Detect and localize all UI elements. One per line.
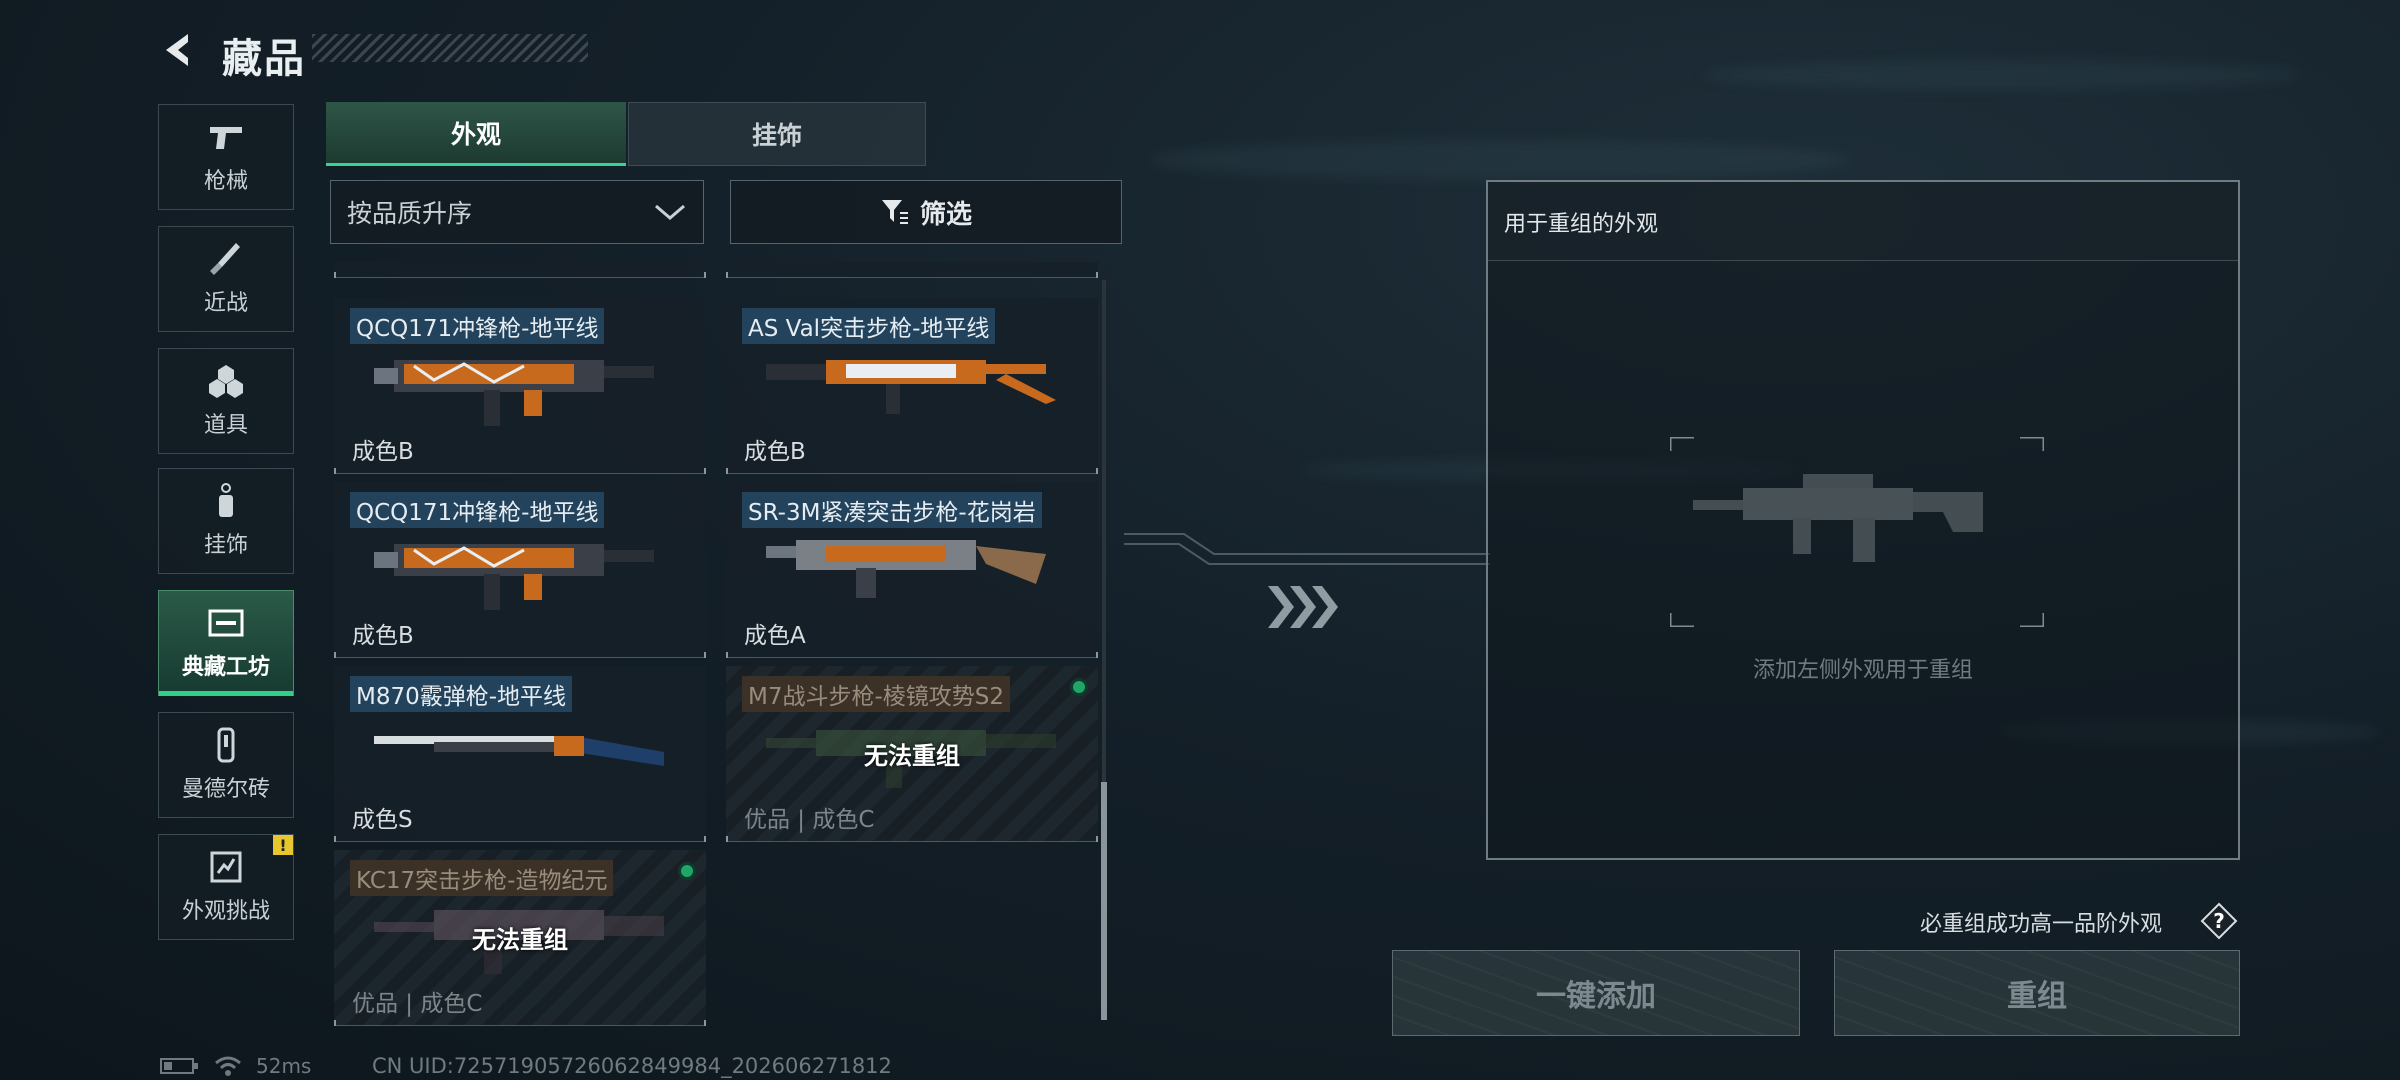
nav-label: 枪械: [203, 169, 248, 194]
skin-card-disabled[interactable]: M7战斗步枪-棱镜攻势S2 无法重组 优品 | 成色C: [726, 666, 1098, 842]
nav-item-challenges[interactable]: 外观挑战 !: [158, 834, 294, 940]
add-all-button[interactable]: 一键添加: [1392, 950, 1800, 1036]
panel-title: 用于重组的外观: [1504, 212, 1659, 237]
filter-icon: [881, 200, 908, 224]
nav-label: 近战: [203, 291, 248, 316]
page-title: 藏品: [222, 36, 306, 82]
tab-appearance[interactable]: 外观: [326, 102, 626, 166]
workshop-icon: [208, 609, 244, 637]
scrollbar-thumb[interactable]: [1101, 782, 1107, 1020]
chevron-down-icon: [655, 204, 685, 220]
status-bar: 52ms: [160, 1054, 311, 1078]
rifle-thumbnail: [766, 540, 1046, 598]
skin-card[interactable]: QCQ171冲锋枪-地平线 成色B: [334, 298, 706, 474]
equipped-dot: [678, 862, 696, 880]
svg-text:?: ?: [2213, 909, 2225, 933]
skin-card-disabled[interactable]: KC17突击步枪-造物纪元 无法重组 优品 | 成色C: [334, 850, 706, 1026]
nav-label: 曼德尔砖: [181, 777, 270, 802]
wifi-icon: [215, 1056, 241, 1076]
help-icon[interactable]: ?: [2200, 902, 2238, 940]
nav-item-gadgets[interactable]: 道具: [158, 348, 294, 454]
back-button[interactable]: [158, 28, 202, 72]
challenge-icon: [210, 851, 242, 883]
nav-label: 道具: [203, 413, 248, 438]
sort-label: 按品质升序: [347, 199, 473, 228]
skin-list[interactable]: QCQ171冲锋枪-地平线 成色B AS Val突击步枪-地平线 成色B QCQ…: [334, 262, 1120, 1042]
skin-name: AS Val突击步枪-地平线: [742, 308, 996, 344]
skin-grade: 成色S: [352, 807, 413, 833]
shotgun-thumbnail: [374, 736, 664, 766]
skin-name: SR-3M紧凑突击步枪-花岗岩: [742, 492, 1042, 528]
nav-item-mandel-brick[interactable]: 曼德尔砖: [158, 712, 294, 818]
warning-badge: !: [273, 835, 293, 855]
tab-charms[interactable]: 挂饰: [628, 102, 926, 166]
nav-item-guns[interactable]: 枪械: [158, 104, 294, 210]
skin-grade: 成色B: [352, 623, 414, 649]
skin-card[interactable]: AS Val突击步枪-地平线 成色B: [726, 298, 1098, 474]
gun-placeholder-icon: [1693, 474, 1983, 562]
skin-grade: 优品 | 成色C: [744, 807, 875, 833]
skin-card-partial[interactable]: [334, 262, 706, 278]
filter-button[interactable]: 筛选: [730, 180, 1122, 244]
recombine-label: 重组: [2007, 979, 2067, 1014]
uid-text: CN UID:7257190572606284998​4_20260627181…: [372, 1054, 892, 1078]
pistol-icon: [210, 127, 242, 149]
skin-grade: 成色A: [744, 623, 806, 649]
skin-name: M870霰弹枪-地平线: [350, 676, 573, 712]
nav-item-charms[interactable]: 挂饰: [158, 468, 294, 574]
smg-thumbnail: [374, 544, 654, 610]
skin-grade: 成色B: [744, 439, 806, 465]
equipped-dot: [1070, 678, 1088, 696]
recombine-hint: 必重组成功高一品阶外观: [1920, 912, 2163, 937]
cannot-recombine-label: 无法重组: [472, 926, 568, 954]
skin-card[interactable]: QCQ171冲锋枪-地平线 成色B: [334, 482, 706, 658]
charm-icon: [219, 483, 233, 517]
placeholder-text: 添加左侧外观用于重组: [1752, 658, 1973, 683]
connector-lines: [1124, 533, 1490, 565]
nav-item-melee[interactable]: 近战: [158, 226, 294, 332]
grenade-cluster-icon: [209, 365, 243, 398]
smg-thumbnail: [374, 360, 654, 426]
cannot-recombine-label: 无法重组: [864, 742, 960, 770]
nav-label: 挂饰: [203, 533, 248, 558]
skin-card[interactable]: SR-3M紧凑突击步枪-花岗岩 成色A: [726, 482, 1098, 658]
back-arrow-icon: [166, 34, 188, 66]
skin-grade: 成色B: [352, 439, 414, 465]
rifle-thumbnail: [766, 360, 1056, 414]
skin-card-partial[interactable]: [726, 262, 1098, 278]
skin-name: KC17突击步枪-造物纪元: [350, 860, 614, 896]
panel-header: 用于重组的外观: [1488, 182, 2238, 261]
nav-item-workshop[interactable]: 典藏工坊: [158, 590, 294, 696]
ping-text: 52ms: [256, 1054, 312, 1078]
skin-grade: 优品 | 成色C: [352, 991, 483, 1017]
recombine-button[interactable]: 重组: [1834, 950, 2240, 1036]
skin-name: QCQ171冲锋枪-地平线: [350, 308, 605, 344]
nav-label: 典藏工坊: [181, 655, 270, 680]
sort-dropdown[interactable]: 按品质升序: [330, 180, 704, 244]
recombine-panel: 用于重组的外观 添加左侧外观用于重组: [1486, 180, 2240, 860]
knife-icon: [210, 243, 240, 275]
skin-name: QCQ171冲锋枪-地平线: [350, 492, 605, 528]
title-decoration: [312, 34, 588, 62]
skin-card[interactable]: M870霰弹枪-地平线 成色S: [334, 666, 706, 842]
skin-name: M7战斗步枪-棱镜攻势S2: [742, 676, 1011, 712]
brick-icon: [217, 727, 235, 763]
chevrons-right-icon: [1268, 586, 1338, 628]
add-all-label: 一键添加: [1536, 979, 1656, 1014]
filter-label: 筛选: [919, 199, 972, 230]
battery-icon: [160, 1058, 198, 1074]
nav-label: 外观挑战: [181, 899, 270, 924]
